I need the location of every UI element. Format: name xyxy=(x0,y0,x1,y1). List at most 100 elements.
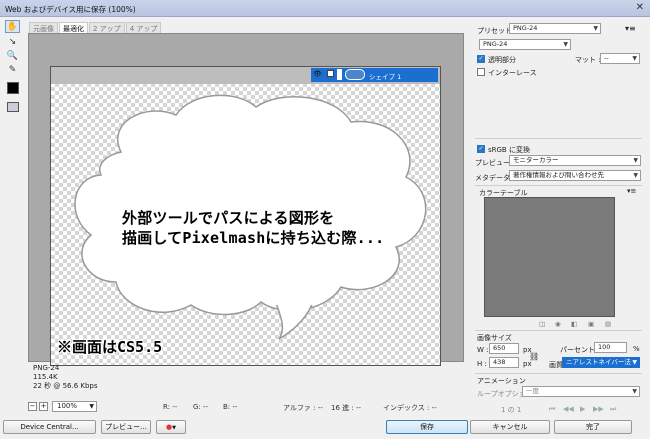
preview-select[interactable]: モニターカラー ▼ xyxy=(509,155,641,166)
settings-panel: プリセット : PNG-24 ▼ ▾≡ PNG-24 ▼ ✓ 透明部分 マット : … xyxy=(467,20,648,415)
chevron-down-icon: ▼ xyxy=(632,55,637,62)
tab-original[interactable]: 元画像 xyxy=(29,22,58,33)
chevron-down-icon: ▼ xyxy=(172,425,176,431)
preset-value: PNG-24 xyxy=(513,24,538,32)
readout-b: B: -- xyxy=(223,403,238,411)
hand-icon[interactable]: ✋ xyxy=(5,20,20,33)
width-input[interactable]: 650 xyxy=(489,343,519,354)
zoom-in-button[interactable]: + xyxy=(39,402,48,411)
height-input[interactable]: 438 xyxy=(489,357,519,368)
preview-value: モニターカラー xyxy=(513,156,559,164)
chevron-down-icon: ▼ xyxy=(633,157,638,164)
version-note: ※画面はCS5.5 xyxy=(57,338,163,356)
format-select[interactable]: PNG-24 ▼ xyxy=(479,39,571,50)
next-frame-icon[interactable]: ▶▶ xyxy=(593,405,604,413)
percent-unit: % xyxy=(633,345,640,353)
readout-index: インデックス : -- xyxy=(383,404,437,412)
eyedropper-icon[interactable]: ✎ xyxy=(5,64,20,77)
height-label: H : xyxy=(477,360,487,368)
divider xyxy=(475,373,642,374)
lock-color-icon[interactable]: ◧ xyxy=(571,320,577,328)
animation-label: アニメーション xyxy=(477,377,526,385)
optimization-info: PNG-24 115.4K 22 秒 @ 56.6 Kbps xyxy=(33,364,98,391)
web-shift-icon[interactable]: ◉ xyxy=(555,320,561,328)
map-color-icon[interactable]: ◫ xyxy=(539,320,545,328)
bubble-text-line-2: 描画してPixelmashに持ち込む際... xyxy=(122,229,385,247)
browser-select-button[interactable]: ●▼ xyxy=(156,420,186,434)
title-bar: Web およびデバイス用に保存 (100%) ✕ xyxy=(0,0,650,17)
toggle-slices-icon[interactable] xyxy=(7,102,19,112)
eye-icon[interactable]: 👁 xyxy=(313,70,322,78)
transparency-label: 透明部分 xyxy=(488,56,516,64)
save-button[interactable]: 保存 xyxy=(386,420,468,434)
interlace-label: インターレース xyxy=(488,69,537,77)
constrain-link-icon[interactable]: ⛓ xyxy=(529,352,539,361)
quality-select[interactable]: ニアレストネイバー法 ▼ xyxy=(562,357,640,368)
metadata-select[interactable]: 著作権情報および問い合わせ先 ▼ xyxy=(509,170,641,181)
status-bar: − + 100% ▼ R: -- G: -- B: -- アルファ : -- 16… xyxy=(28,401,464,415)
tab-optimized[interactable]: 最適化 xyxy=(59,22,88,33)
zoom-value: 100% xyxy=(57,402,78,410)
zoom-select[interactable]: 100% ▼ xyxy=(52,401,97,412)
prev-frame-icon[interactable]: ◀◀ xyxy=(563,405,574,413)
chevron-down-icon: ▼ xyxy=(632,359,637,366)
quality-value: ニアレストネイバー法 xyxy=(566,358,631,366)
cancel-button[interactable]: キャンセル xyxy=(470,420,550,434)
format-value: PNG-24 xyxy=(483,40,508,48)
preset-select[interactable]: PNG-24 ▼ xyxy=(509,23,601,34)
color-table[interactable] xyxy=(484,197,615,317)
readout-g: G: -- xyxy=(193,403,209,411)
info-time: 22 秒 @ 56.6 Kbps xyxy=(33,382,98,390)
panel-menu-icon[interactable]: ▾≡ xyxy=(625,24,636,33)
preview-button[interactable]: プレビュー... xyxy=(101,420,151,434)
srgb-checkbox[interactable]: ✓ xyxy=(477,145,485,153)
tab-2up[interactable]: 2 アップ xyxy=(89,22,125,33)
preview-area: 👁 シェイプ 1 外部ツールでパスによる図形を 描画してPixelmashに持ち… xyxy=(28,33,464,366)
height-unit: px xyxy=(523,360,532,368)
chevron-down-icon: ▼ xyxy=(593,25,598,32)
loop-value: 一度 xyxy=(526,387,539,395)
window-title: Web およびデバイス用に保存 (100%) xyxy=(5,5,136,14)
matte-value: -- xyxy=(604,54,609,62)
chevron-down-icon: ▼ xyxy=(632,388,637,395)
divider xyxy=(475,330,642,331)
play-icon[interactable]: ▶ xyxy=(580,405,585,413)
readout-alpha: アルファ : -- xyxy=(283,404,323,412)
bubble-text-line-1: 外部ツールでパスによる図形を xyxy=(122,209,335,227)
delete-color-icon[interactable]: ▤ xyxy=(605,320,611,328)
device-central-button[interactable]: Device Central... xyxy=(3,420,96,434)
close-icon[interactable]: ✕ xyxy=(636,2,644,13)
layer-thumbnail xyxy=(345,69,365,80)
transparency-checkbox[interactable]: ✓ xyxy=(477,55,485,63)
chevron-down-icon: ▼ xyxy=(563,41,568,48)
new-color-icon[interactable]: ▣ xyxy=(588,320,594,328)
divider xyxy=(475,138,642,139)
last-frame-icon[interactable]: ⏭ xyxy=(610,405,616,414)
layer-checkbox[interactable] xyxy=(327,70,334,77)
tool-palette: ✋ ↘ 🔍 ✎ xyxy=(3,20,23,118)
chevron-down-icon: ▼ xyxy=(633,172,638,179)
loop-select[interactable]: 一度 ▼ xyxy=(522,386,640,397)
matte-select[interactable]: -- ▼ xyxy=(600,53,640,64)
info-size: 115.4K xyxy=(33,373,58,381)
slice-select-icon[interactable]: ↘ xyxy=(5,36,20,49)
color-table-menu-icon[interactable]: ▾≡ xyxy=(627,187,636,195)
image-canvas[interactable]: 👁 シェイプ 1 外部ツールでパスによる図形を 描画してPixelmashに持ち… xyxy=(50,66,441,366)
zoom-icon[interactable]: 🔍 xyxy=(5,50,20,63)
image-size-label: 画像サイズ xyxy=(477,334,512,342)
srgb-label: sRGB に変換 xyxy=(488,146,530,154)
matte-label: マット : xyxy=(575,56,601,64)
divider xyxy=(475,185,642,186)
view-tabs: 元画像 最適化 2 アップ 4 アップ xyxy=(29,22,162,33)
done-button[interactable]: 完了 xyxy=(554,420,632,434)
first-frame-icon[interactable]: ⏮ xyxy=(549,405,555,414)
layer-link-icon xyxy=(337,69,342,80)
percent-input[interactable]: 100 xyxy=(594,342,627,353)
layer-name: シェイプ 1 xyxy=(369,73,402,81)
tab-4up[interactable]: 4 アップ xyxy=(125,22,162,33)
chevron-down-icon: ▼ xyxy=(89,403,94,410)
interlace-checkbox[interactable] xyxy=(477,68,485,76)
eyedropper-color-swatch[interactable] xyxy=(7,82,19,94)
info-format: PNG-24 xyxy=(33,364,60,372)
zoom-out-button[interactable]: − xyxy=(28,402,37,411)
